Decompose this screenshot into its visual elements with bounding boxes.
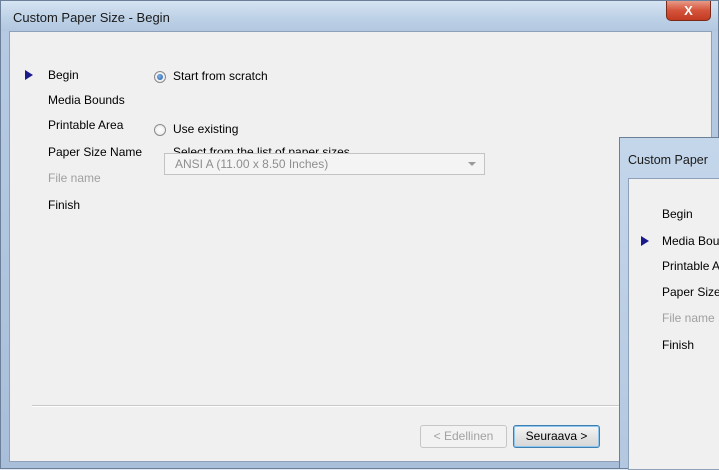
- second-nav-item-file-name: File name: [662, 311, 715, 325]
- close-button[interactable]: X: [666, 1, 711, 21]
- custom-paper-size-window: Custom Paper Size - Begin X Begin Media …: [0, 0, 719, 469]
- second-custom-paper-window[interactable]: Custom Paper Begin Media Bou Printable A…: [619, 137, 719, 470]
- second-nav-item-paper-size: Paper Size: [662, 285, 719, 299]
- next-button[interactable]: Seuraava >: [513, 425, 600, 448]
- nav-item-paper-size-name: Paper Size Name: [48, 145, 143, 159]
- paper-size-value: ANSI A (11.00 x 8.50 Inches): [175, 157, 329, 171]
- start-from-scratch-label[interactable]: Start from scratch: [173, 69, 268, 83]
- nav-item-begin: Begin: [48, 68, 79, 82]
- second-window-title: Custom Paper: [628, 153, 708, 167]
- title-bar[interactable]: Custom Paper Size - Begin X: [1, 1, 718, 31]
- second-nav-item-finish: Finish: [662, 338, 695, 352]
- close-icon: X: [684, 3, 693, 18]
- second-nav-item-printable-area: Printable A: [662, 259, 719, 273]
- dialog-client-area: Begin Media Bounds Printable Area Paper …: [9, 31, 712, 462]
- nav-item-file-name: File name: [48, 171, 101, 185]
- use-existing-label[interactable]: Use existing: [173, 122, 238, 136]
- nav-item-finish: Finish: [48, 198, 81, 212]
- nav-item-media-bounds: Media Bounds: [48, 93, 125, 107]
- current-step-arrow-icon: [25, 70, 33, 80]
- nav-item-printable-area: Printable Area: [48, 118, 124, 132]
- start-from-scratch-radio[interactable]: [154, 71, 166, 83]
- second-window-client-area: Begin Media Bou Printable A Paper Size F…: [628, 178, 719, 470]
- window-title: Custom Paper Size - Begin: [13, 10, 170, 25]
- back-button[interactable]: < Edellinen: [420, 425, 507, 448]
- chevron-down-icon: [468, 162, 476, 166]
- footer-divider: [32, 405, 622, 407]
- next-button-label: Seuraava >: [525, 429, 588, 443]
- second-nav-item-media-bounds: Media Bou: [662, 234, 719, 248]
- back-button-label: < Edellinen: [433, 429, 494, 443]
- second-nav-item-begin: Begin: [662, 207, 693, 221]
- use-existing-radio[interactable]: [154, 124, 166, 136]
- current-step-arrow-icon: [641, 236, 649, 246]
- paper-size-select[interactable]: ANSI A (11.00 x 8.50 Inches): [164, 153, 485, 175]
